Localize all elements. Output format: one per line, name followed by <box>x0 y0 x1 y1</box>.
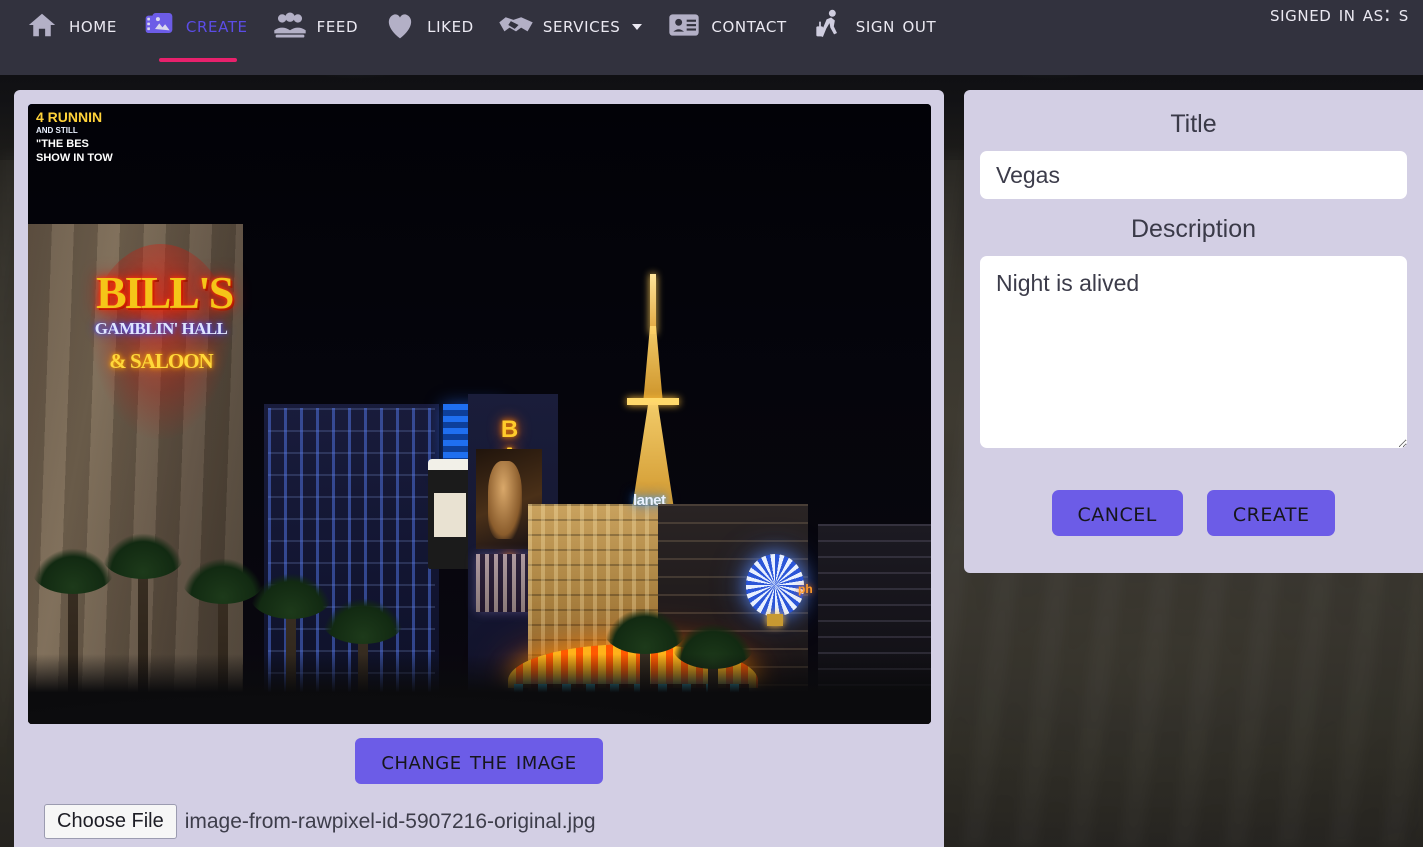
nav-label-sign-out: Sign Out <box>855 12 937 38</box>
title-label: Title <box>1170 110 1217 138</box>
eiffel-spire <box>650 274 656 334</box>
selected-file-name: image-from-rawpixel-id-5907216-original.… <box>184 809 596 833</box>
nav-label-home: Home <box>69 12 117 38</box>
car-hood-foreground <box>28 654 931 724</box>
preview-image: BILL'S GAMBLIN' HALL & SALOON BALLYS lan… <box>28 104 931 724</box>
nav-label-contact: Contact <box>711 12 787 38</box>
nav-item-liked[interactable]: Liked <box>372 0 488 46</box>
form-actions: Cancel Create <box>980 490 1407 537</box>
navbar-items: Home Create <box>14 0 951 62</box>
nav-label-services: Services <box>542 12 621 38</box>
marquee-line-1: 4 RUNNIN <box>36 109 103 125</box>
nav-item-services[interactable]: Services <box>488 0 657 46</box>
id-card-icon <box>666 8 702 42</box>
main-navbar: Home Create <box>0 0 1423 75</box>
bills-sign-main-text: BILL'S <box>96 267 234 318</box>
users-icon <box>272 8 308 42</box>
ph-neon-sign: ph <box>798 582 813 596</box>
nav-item-feed[interactable]: Feed <box>262 0 373 46</box>
bills-sign-sub-text: GAMBLIN' HALL <box>94 319 228 338</box>
description-textarea[interactable]: Night is alived <box>980 256 1407 448</box>
nav-item-contact[interactable]: Contact <box>656 0 800 46</box>
marquee-line-2: AND STILL <box>36 126 78 135</box>
choose-file-button[interactable]: Choose File <box>44 804 177 840</box>
handshake-icon <box>498 8 534 42</box>
whiskey-bottle-billboard <box>428 459 472 569</box>
change-image-button[interactable]: Change the image <box>355 738 603 785</box>
walking-icon <box>811 8 847 42</box>
nav-label-feed: Feed <box>316 12 359 38</box>
nav-item-home[interactable]: Home <box>14 0 131 46</box>
signed-in-status: Signed in as: s <box>1270 2 1409 26</box>
cancel-button[interactable]: Cancel <box>1051 490 1183 537</box>
home-icon <box>24 8 60 42</box>
nav-item-sign-out[interactable]: Sign Out <box>801 0 951 46</box>
marquee-line-4: SHOW IN TOW <box>36 152 113 164</box>
nav-label-create: Create <box>185 12 248 38</box>
bills-sign-sub2-text: & SALOON <box>109 349 213 373</box>
title-input[interactable] <box>980 151 1407 199</box>
heart-icon <box>382 8 418 42</box>
nav-item-create[interactable]: Create <box>131 0 262 62</box>
create-button[interactable]: Create <box>1206 490 1336 537</box>
page-content: BILL'S GAMBLIN' HALL & SALOON BALLYS lan… <box>0 75 1423 847</box>
create-post-form: Title Description Night is alived Cancel… <box>964 90 1423 573</box>
nav-label-liked: Liked <box>427 12 474 38</box>
chevron-down-icon <box>632 24 643 30</box>
active-tab-underline <box>158 58 237 62</box>
image-preview-panel: BILL'S GAMBLIN' HALL & SALOON BALLYS lan… <box>14 90 944 847</box>
change-image-row: Change the image <box>28 738 930 785</box>
eiffel-tier-1 <box>643 326 663 404</box>
file-input-row[interactable]: Choose File image-from-rawpixel-id-59072… <box>28 804 930 840</box>
marquee-line-3: "THE BES <box>36 138 89 150</box>
images-icon <box>141 8 177 42</box>
description-label: Description <box>1130 215 1257 243</box>
paris-balloon-sign <box>746 554 804 616</box>
